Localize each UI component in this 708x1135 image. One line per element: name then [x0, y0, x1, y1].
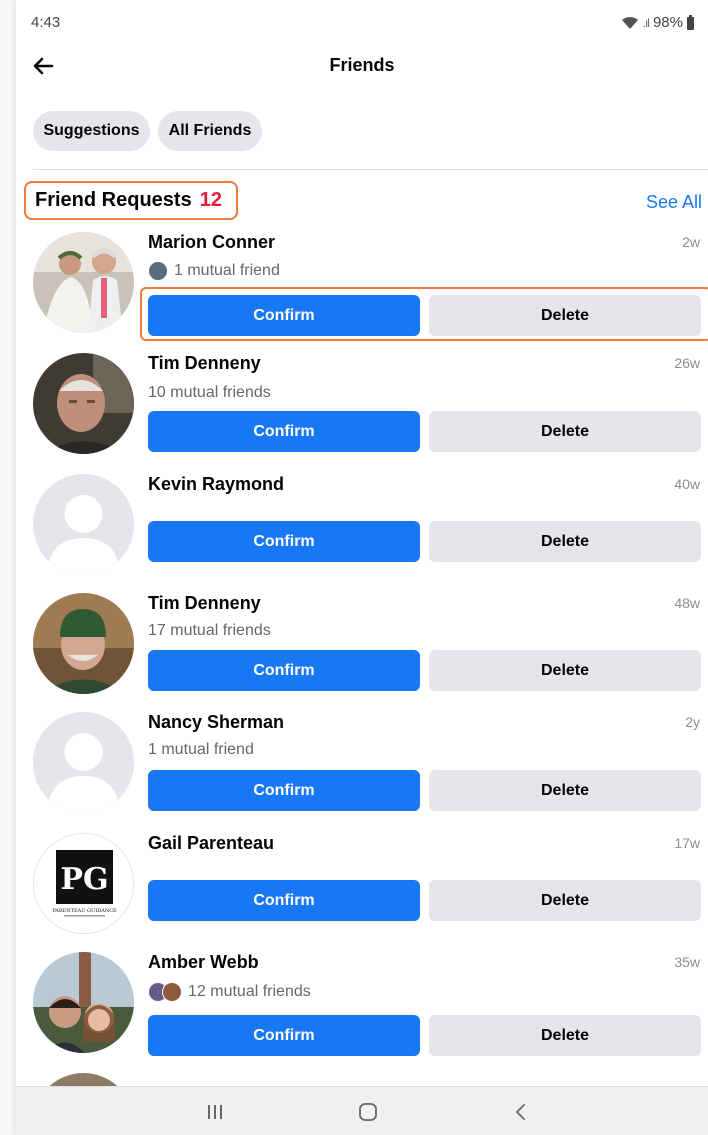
delete-button[interactable]: Delete	[429, 880, 701, 921]
request-count-badge: 12	[199, 189, 222, 211]
avatar[interactable]: PG PARENTEAU GUIDANCE	[33, 833, 134, 934]
battery-level: 98%	[652, 14, 683, 31]
mutual-friends: 12 mutual friends	[148, 982, 311, 1002]
man-green-beanie-photo	[33, 593, 134, 694]
wedding-couple-photo	[33, 232, 134, 333]
default-avatar-silhouette	[33, 712, 134, 813]
request-age: 2w	[682, 234, 700, 250]
delete-button[interactable]: Delete	[429, 1015, 701, 1056]
system-nav-bar	[16, 1086, 708, 1135]
requester-name[interactable]: Marion Conner	[148, 232, 275, 253]
delete-button[interactable]: Delete	[429, 295, 701, 336]
delete-button[interactable]: Delete	[429, 521, 701, 562]
avatar[interactable]	[33, 474, 134, 575]
requester-name[interactable]: Amber Webb	[148, 952, 259, 973]
page-title: Friends	[329, 55, 395, 75]
suggestions-tab[interactable]: Suggestions	[33, 111, 150, 151]
couple-selfie-photo	[33, 952, 134, 1053]
confirm-button[interactable]: Confirm	[148, 650, 420, 691]
confirm-button[interactable]: Confirm	[148, 411, 420, 452]
avatar[interactable]	[33, 232, 134, 333]
recents-button[interactable]	[195, 1097, 235, 1127]
wifi-icon	[621, 16, 638, 29]
request-age: 26w	[674, 355, 700, 371]
friend-requests-heading: Friend Requests 12	[24, 181, 238, 220]
delete-button[interactable]: Delete	[429, 770, 701, 811]
divider	[33, 169, 708, 170]
nav-back-button[interactable]	[501, 1097, 541, 1127]
pg-logo-caption: PARENTEAU GUIDANCE	[52, 908, 117, 914]
confirm-button[interactable]: Confirm	[148, 1015, 420, 1056]
mutual-avatar	[148, 261, 168, 281]
request-age: 17w	[674, 835, 700, 851]
home-button[interactable]	[348, 1097, 388, 1127]
mutual-friends-text: 12 mutual friends	[188, 983, 311, 1000]
mutual-friend-avatars	[148, 261, 168, 281]
requester-name[interactable]: Nancy Sherman	[148, 712, 284, 733]
friends-screen: 4:43 .ıl 98% Friends Suggestions All Fri…	[16, 0, 708, 1135]
request-age: 40w	[674, 476, 700, 492]
battery-icon	[687, 15, 694, 30]
avatar[interactable]	[33, 952, 134, 1053]
requester-name[interactable]: Kevin Raymond	[148, 474, 284, 495]
mutual-friends: 1 mutual friend	[148, 261, 280, 281]
mutual-avatar	[162, 982, 182, 1002]
mutual-friend-avatars	[148, 982, 182, 1002]
confirm-button[interactable]: Confirm	[148, 880, 420, 921]
confirm-button[interactable]: Confirm	[148, 770, 420, 811]
request-age: 2y	[685, 714, 700, 730]
requester-name[interactable]: Gail Parenteau	[148, 833, 274, 854]
mutual-friends-text: 17 mutual friends	[148, 622, 271, 639]
request-age: 48w	[674, 595, 700, 611]
delete-button[interactable]: Delete	[429, 650, 701, 691]
delete-button[interactable]: Delete	[429, 411, 701, 452]
signal-icon: .ıl	[642, 15, 650, 30]
all-friends-tab[interactable]: All Friends	[158, 111, 262, 151]
mutual-friends: 1 mutual friend	[148, 741, 254, 759]
status-icons: .ıl 98%	[621, 14, 694, 31]
avatar[interactable]	[33, 712, 134, 813]
section-title-text: Friend Requests	[35, 189, 192, 211]
mutual-friends: 10 mutual friends	[148, 384, 271, 402]
pg-logo-image: PG PARENTEAU GUIDANCE	[34, 834, 133, 933]
status-time: 4:43	[31, 14, 61, 31]
avatar[interactable]	[33, 593, 134, 694]
avatar[interactable]	[33, 353, 134, 454]
home-icon	[359, 1103, 377, 1121]
man-selfie-photo	[33, 353, 134, 454]
recents-icon	[208, 1105, 222, 1119]
default-avatar-silhouette	[33, 474, 134, 575]
status-bar: 4:43 .ıl 98%	[16, 0, 708, 46]
chevron-left-icon	[515, 1104, 525, 1120]
requester-name[interactable]: Tim Denneny	[148, 353, 261, 374]
see-all-link[interactable]: See All	[646, 192, 702, 213]
mutual-friends-text: 10 mutual friends	[148, 384, 271, 401]
pg-logo-text: PG	[60, 862, 108, 897]
mutual-friends-text: 1 mutual friend	[148, 741, 254, 758]
mutual-friends: 17 mutual friends	[148, 622, 271, 640]
confirm-button[interactable]: Confirm	[148, 295, 420, 336]
confirm-button[interactable]: Confirm	[148, 521, 420, 562]
requester-name[interactable]: Tim Denneny	[148, 593, 261, 614]
mutual-friends-text: 1 mutual friend	[174, 262, 280, 279]
request-age: 35w	[674, 954, 700, 970]
